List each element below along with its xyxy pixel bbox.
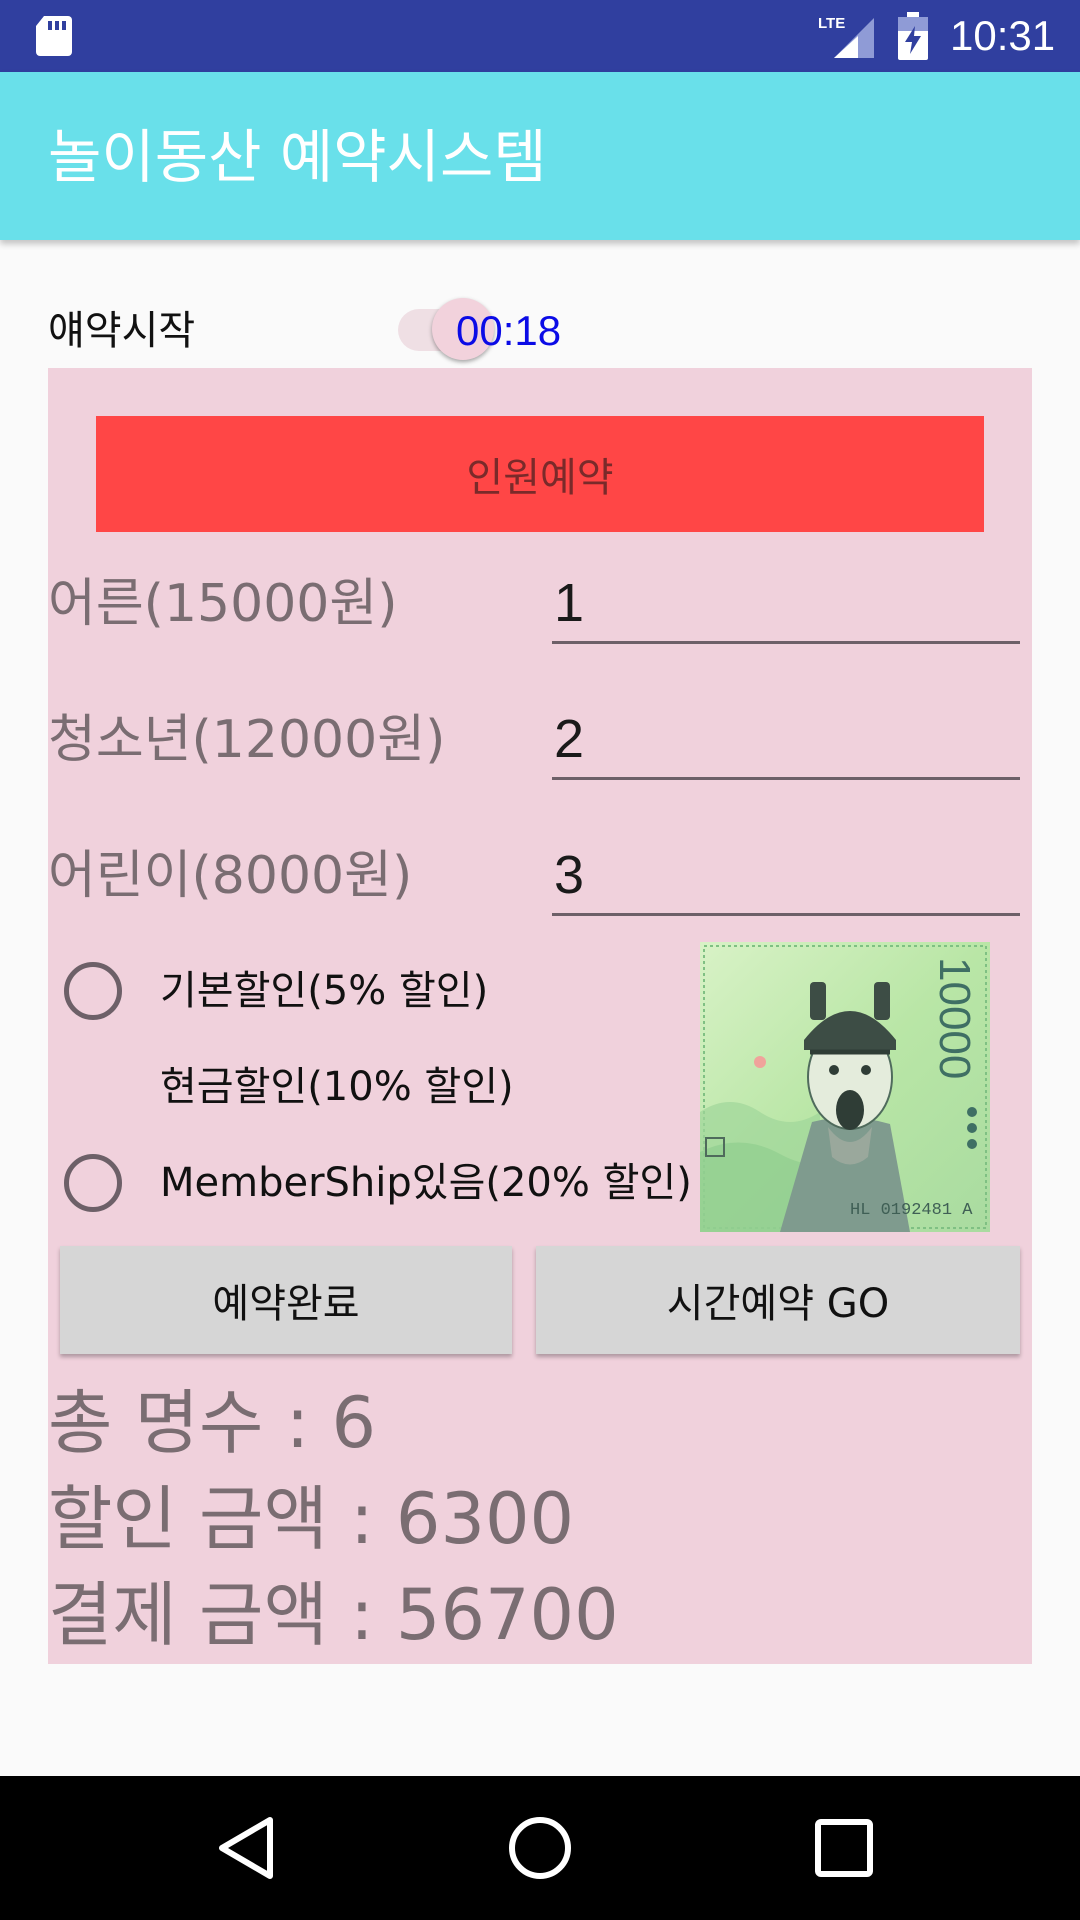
reservation-complete-button[interactable]: 예약완료 bbox=[60, 1246, 512, 1354]
home-icon[interactable] bbox=[504, 1812, 576, 1884]
child-label: 어린이(8000원) bbox=[48, 846, 413, 906]
basic-discount-label: 기본할인(5% 할인) bbox=[160, 968, 489, 1014]
reservation-timer: 00:18 bbox=[456, 307, 562, 354]
time-reservation-go-button[interactable]: 시간예약 GO bbox=[536, 1246, 1020, 1354]
svg-text:LTE: LTE bbox=[818, 15, 845, 32]
status-bar: LTE 10:31 bbox=[0, 0, 1080, 72]
youth-row: 청소년(12000원) bbox=[48, 690, 1032, 790]
lte-signal-icon: LTE bbox=[818, 15, 874, 58]
basic-discount-option[interactable]: 기본할인(5% 할인) bbox=[64, 950, 704, 1030]
banknote-image: 10000 HL 0192481 A bbox=[700, 942, 990, 1232]
payment-amount-text: 결제 금액 : 56700 bbox=[48, 1574, 619, 1656]
reservation-panel: 인원예약 어른(15000원) 청소년(12000원) 어린이(8000원) 기… bbox=[48, 368, 1032, 1664]
reservation-start-label: 얘약시작 bbox=[48, 308, 196, 354]
back-icon[interactable] bbox=[210, 1812, 282, 1884]
child-row: 어린이(8000원) bbox=[48, 826, 1032, 926]
svg-text:HL 0192481 A: HL 0192481 A bbox=[850, 1201, 973, 1220]
reserve-persons-button[interactable]: 인원예약 bbox=[96, 416, 984, 532]
adult-label: 어른(15000원) bbox=[48, 574, 398, 634]
cash-discount-label: 현금할인(10% 할인) bbox=[160, 1064, 514, 1110]
status-clock: 10:31 bbox=[950, 12, 1056, 59]
adult-row: 어른(15000원) bbox=[48, 554, 1032, 654]
membership-discount-option[interactable]: MemberShip있음(20% 할인) bbox=[64, 1142, 704, 1222]
recents-icon[interactable] bbox=[812, 1816, 876, 1880]
discount-amount-text: 할인 금액 : 6300 bbox=[48, 1478, 575, 1560]
child-count-input[interactable] bbox=[552, 836, 1020, 916]
membership-discount-label: MemberShip있음(20% 할인) bbox=[160, 1160, 692, 1206]
app-title: 놀이동산 예약시스템 bbox=[48, 123, 547, 191]
navigation-bar bbox=[0, 1776, 1080, 1920]
svg-text:10000: 10000 bbox=[930, 957, 979, 1079]
app-bar: 놀이동산 예약시스템 bbox=[0, 72, 1080, 240]
sd-card-icon bbox=[36, 16, 72, 56]
cash-discount-option[interactable]: 현금할인(10% 할인) bbox=[64, 1046, 704, 1126]
youth-count-input[interactable] bbox=[552, 700, 1020, 780]
battery-charging-icon bbox=[898, 12, 928, 60]
youth-label: 청소년(12000원) bbox=[48, 710, 446, 770]
reservation-start-row: 얘약시작 00:18 bbox=[48, 296, 1048, 366]
adult-count-input[interactable] bbox=[552, 564, 1020, 644]
total-count-text: 총 명수 : 6 bbox=[48, 1382, 377, 1464]
basic-discount-radio[interactable] bbox=[64, 962, 122, 1020]
membership-discount-radio[interactable] bbox=[64, 1154, 122, 1212]
